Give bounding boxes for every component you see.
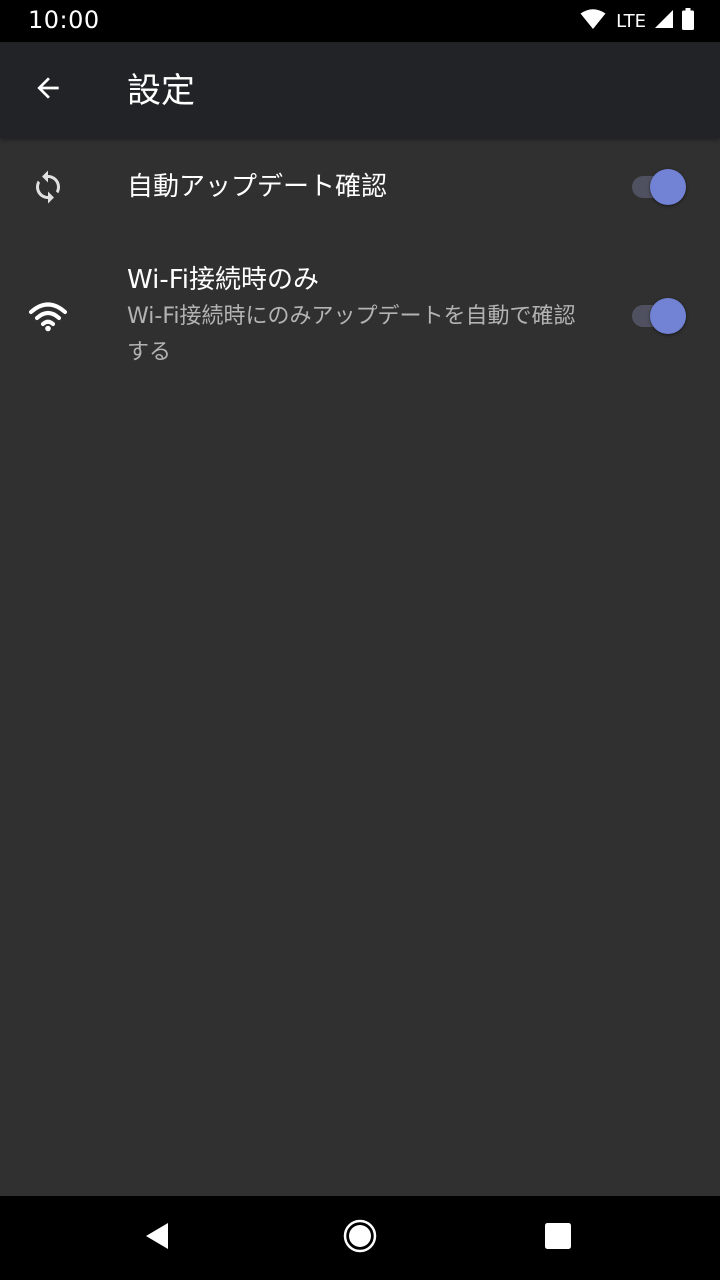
home-circle-icon <box>343 1219 377 1257</box>
cell-signal-icon <box>654 9 674 33</box>
network-type-label: LTE <box>616 10 646 32</box>
back-button[interactable] <box>22 64 74 116</box>
pref-auto-update-check[interactable]: 自動アップデート確認 <box>0 138 720 236</box>
wifi-icon <box>580 8 606 34</box>
sync-icon <box>26 165 70 209</box>
recents-square-icon <box>545 1223 571 1253</box>
nav-recents-button[interactable] <box>534 1214 582 1262</box>
pref-summary: Wi-Fi接続時にのみアップデートを自動で確認する <box>127 304 576 365</box>
status-bar: 10:00 LTE <box>0 0 720 42</box>
wifi-icon <box>26 294 70 338</box>
status-time: 10:00 <box>28 6 100 34</box>
switch-thumb <box>650 298 686 334</box>
auto-update-switch[interactable] <box>630 167 688 207</box>
back-triangle-icon <box>144 1221 172 1255</box>
pref-title: 自動アップデート確認 <box>127 172 388 202</box>
nav-back-button[interactable] <box>134 1214 182 1262</box>
pref-title: Wi-Fi接続時のみ <box>127 265 320 295</box>
wifi-only-switch[interactable] <box>630 296 688 336</box>
battery-icon <box>682 8 694 34</box>
page-title: 設定 <box>127 71 195 111</box>
app-bar: 設定 <box>0 42 720 138</box>
navigation-bar <box>0 1196 720 1280</box>
arrow-back-icon <box>32 72 64 108</box>
status-icons: LTE <box>580 8 694 34</box>
pref-wifi-only[interactable]: Wi-Fi接続時のみ Wi-Fi接続時にのみアップデートを自動で確認する <box>0 236 720 396</box>
switch-thumb <box>650 169 686 205</box>
nav-home-button[interactable] <box>336 1214 384 1262</box>
